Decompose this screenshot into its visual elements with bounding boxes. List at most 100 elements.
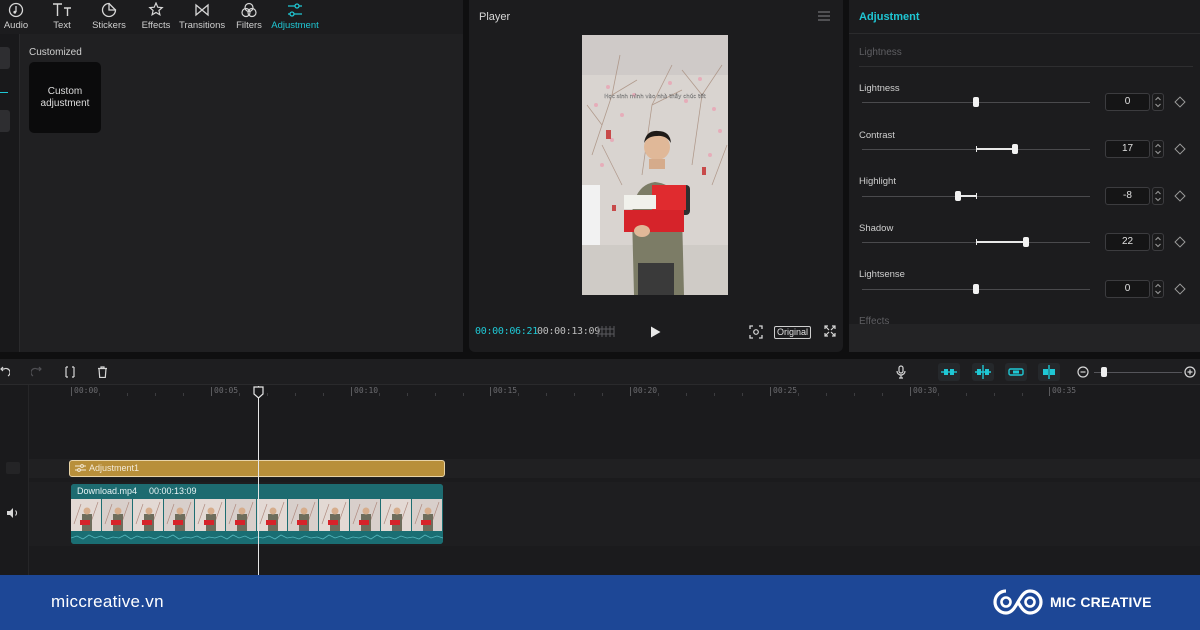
ruler-minor-tick [295, 393, 296, 396]
text-icon [46, 0, 78, 18]
adjustment-clip-label: Adjustment1 [89, 463, 140, 473]
redo-icon[interactable] [31, 366, 43, 378]
tab-audio[interactable]: Audio [0, 0, 32, 34]
shadow-stepper[interactable] [1152, 233, 1164, 251]
ruler-minor-tick [1022, 393, 1023, 396]
fullscreen-icon[interactable] [824, 325, 836, 337]
ruler-label: 00:20 [633, 386, 658, 395]
tab-stickers[interactable]: Stickers [88, 0, 130, 34]
microphone-icon[interactable] [896, 365, 906, 379]
split-icon[interactable] [64, 366, 76, 378]
tab-transitions-label: Transitions [179, 20, 226, 31]
shadow-value-input[interactable]: 22 [1105, 233, 1150, 251]
preview-axis-button[interactable] [1038, 363, 1060, 381]
zoom-slider-track[interactable] [1094, 372, 1182, 373]
ruler-minor-tick [155, 393, 156, 396]
ruler-label: 00:30 [913, 386, 938, 395]
transitions-icon [179, 0, 225, 18]
filters-icon [233, 0, 265, 18]
shadow-label: Shadow [859, 223, 894, 234]
fit-view-icon[interactable] [749, 325, 763, 339]
lightness-value-input[interactable]: 0 [1105, 93, 1150, 111]
lightness-slider-handle[interactable] [973, 97, 979, 107]
ruler-label: 00:10 [354, 386, 379, 395]
highlight-label: Highlight [859, 176, 896, 187]
lightsense-stepper[interactable] [1152, 280, 1164, 298]
sidebar-item[interactable] [0, 110, 10, 132]
sidebar-item-active[interactable] [0, 47, 10, 69]
zoom-slider-handle[interactable] [1101, 367, 1107, 377]
tab-effects[interactable]: Effects [138, 0, 174, 34]
main-track-magnet-button[interactable] [938, 363, 960, 381]
contrast-slider-handle[interactable] [1012, 144, 1018, 154]
ruler-tick [910, 387, 911, 396]
section-title: Customized [29, 47, 82, 58]
adjustment-track-header[interactable] [6, 462, 20, 474]
audio-toggle-icon[interactable] [6, 507, 20, 519]
lightsense-slider-handle[interactable] [973, 284, 979, 294]
ruler-minor-tick [826, 393, 827, 396]
highlight-slider-handle[interactable] [955, 191, 961, 201]
auto-snap-button[interactable] [972, 363, 994, 381]
ruler-minor-tick [435, 393, 436, 396]
ruler-tick [770, 387, 771, 396]
original-ratio-button[interactable]: Original [774, 326, 812, 339]
contrast-label: Contrast [859, 130, 895, 141]
tab-adjustment[interactable]: Adjustment [270, 0, 320, 34]
player-title: Player [479, 11, 511, 23]
contrast-slider-fill [976, 148, 1015, 150]
ruler-tick [630, 387, 631, 396]
playhead[interactable] [258, 386, 259, 575]
ruler-minor-tick [407, 393, 408, 396]
video-preview[interactable]: Học sinh mình vào nhà thầy chúc tết [582, 35, 728, 295]
preview-axis-icon [1043, 365, 1055, 379]
library-sidebar [0, 34, 20, 352]
highlight-stepper[interactable] [1152, 187, 1164, 205]
ruler-minor-tick [742, 393, 743, 396]
tab-filters[interactable]: Filters [233, 0, 265, 34]
custom-adjustment-card[interactable]: Custom adjustment [29, 62, 101, 133]
ruler-minor-tick [463, 393, 464, 396]
link-icon [1008, 368, 1024, 376]
contrast-stepper[interactable] [1152, 140, 1164, 158]
linkage-button[interactable] [1005, 363, 1027, 381]
magnet-icon [941, 369, 957, 375]
zoom-out-icon[interactable] [1077, 366, 1089, 378]
video-clip-duration: 00:00:13:09 [149, 486, 197, 496]
ruler-tick [1049, 387, 1050, 396]
panel-divider [849, 33, 1200, 34]
lightness-stepper[interactable] [1152, 93, 1164, 111]
ruler-minor-tick [602, 393, 603, 396]
tab-effects-label: Effects [141, 20, 171, 31]
zoom-in-icon[interactable] [1184, 366, 1196, 378]
lightsense-value-input[interactable]: 0 [1105, 280, 1150, 298]
footer-url[interactable]: miccreative.vn [51, 592, 164, 612]
tab-transitions[interactable]: Transitions [179, 0, 225, 34]
section-title-lightness: Lightness [859, 47, 902, 58]
adjustment-icon [270, 0, 320, 18]
ruler-minor-tick [379, 393, 380, 396]
shadow-slider-handle[interactable] [1023, 237, 1029, 247]
adjustment-clip-icon [75, 463, 86, 473]
ruler-minor-tick [798, 393, 799, 396]
tab-text-label: Text [53, 20, 71, 31]
ruler-label: 00:25 [773, 386, 798, 395]
timeline-grid-icon[interactable] [597, 325, 615, 338]
footer-brand: MIC CREATIVE [1050, 594, 1152, 610]
play-icon[interactable] [650, 326, 661, 338]
delete-icon[interactable] [97, 366, 108, 378]
contrast-slider-center-tick [976, 146, 977, 152]
undo-icon[interactable] [0, 366, 10, 378]
ruler-minor-tick [99, 393, 100, 396]
lightness-label: Lightness [859, 83, 900, 94]
contrast-value-input[interactable]: 17 [1105, 140, 1150, 158]
mic-creative-logo [992, 587, 1044, 617]
highlight-value-input[interactable]: -8 [1105, 187, 1150, 205]
tab-text[interactable]: Text [46, 0, 78, 34]
audio-icon [0, 0, 32, 18]
playhead-handle[interactable] [253, 386, 264, 399]
stepper-arrows-icon [1155, 190, 1161, 202]
menu-icon[interactable] [818, 11, 830, 21]
timeline-ruler[interactable] [29, 385, 1200, 399]
ruler-minor-tick [546, 393, 547, 396]
